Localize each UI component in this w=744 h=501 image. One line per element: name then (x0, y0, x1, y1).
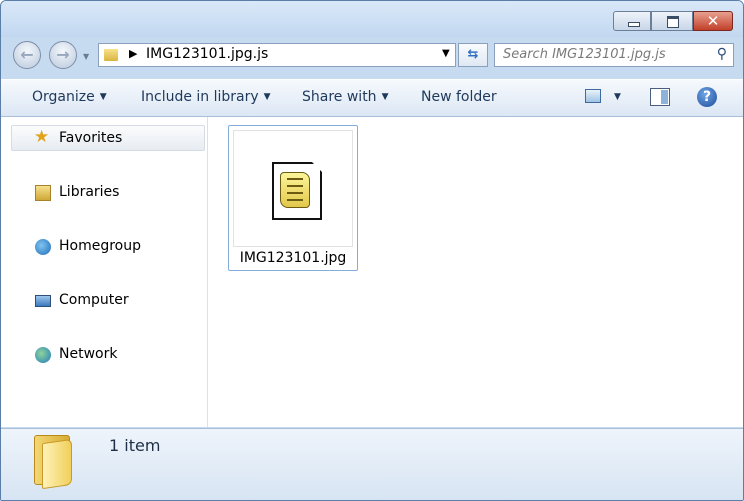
search-placeholder: Search IMG123101.jpg.js (503, 47, 666, 62)
minimize-icon (628, 22, 640, 27)
details-pane: 1 item (1, 428, 743, 500)
navigation-bar: ← → ▼ ▶ IMG123101.jpg.js ▼ ⇆ Search IMG1… (1, 37, 743, 75)
sidebar-item-favorites[interactable]: ★ Favorites (11, 125, 205, 151)
sidebar-item-libraries[interactable]: Libraries (11, 180, 205, 206)
star-icon: ★ (34, 127, 50, 147)
view-options-dropdown-icon[interactable]: ▼ (614, 92, 621, 102)
minimize-button[interactable] (613, 11, 651, 31)
refresh-button[interactable]: ⇆ (458, 43, 488, 67)
chevron-down-icon: ▼ (263, 92, 271, 102)
search-input[interactable]: Search IMG123101.jpg.js ⚲ (494, 43, 734, 67)
share-with-button[interactable]: Share with ▼ (302, 89, 388, 105)
close-icon: ✕ (706, 12, 720, 30)
back-button[interactable]: ← (13, 41, 41, 69)
file-list: IMG123101.jpg (208, 117, 743, 427)
organize-label: Organize (32, 89, 95, 105)
help-icon[interactable]: ? (697, 87, 717, 107)
breadcrumb-chevron-icon[interactable]: ▶ (129, 47, 137, 60)
maximize-icon (667, 16, 679, 28)
navigation-pane: ★ Favorites Libraries Homegroup Computer… (1, 117, 208, 427)
title-bar: ✕ (1, 1, 743, 37)
sidebar-item-label: Libraries (59, 184, 120, 200)
include-in-library-button[interactable]: Include in library ▼ (141, 89, 271, 105)
file-thumbnail (233, 130, 353, 247)
script-file-icon (272, 162, 322, 220)
sidebar-item-network[interactable]: Network (11, 342, 205, 368)
change-view-icon[interactable] (585, 89, 601, 103)
forward-button[interactable]: → (49, 41, 77, 69)
close-button[interactable]: ✕ (693, 11, 733, 31)
recent-pages-dropdown-icon[interactable]: ▼ (83, 52, 93, 62)
item-count: 1 item (109, 436, 161, 455)
organize-button[interactable]: Organize ▼ (32, 89, 107, 105)
file-name: IMG123101.jpg (239, 250, 347, 266)
address-path[interactable]: IMG123101.jpg.js (146, 46, 268, 62)
preview-pane-icon[interactable] (650, 88, 670, 106)
sidebar-item-label: Favorites (59, 130, 123, 146)
new-folder-button[interactable]: New folder (421, 89, 497, 105)
sidebar-item-homegroup[interactable]: Homegroup (11, 234, 205, 260)
sidebar-item-label: Homegroup (59, 238, 142, 254)
chevron-down-icon: ▼ (99, 92, 107, 102)
sidebar-item-computer[interactable]: Computer (11, 288, 205, 314)
maximize-button[interactable] (651, 11, 693, 31)
address-bar[interactable]: ▶ IMG123101.jpg.js ▼ (98, 43, 456, 67)
explorer-window: ✕ ← → ▼ ▶ IMG123101.jpg.js ▼ ⇆ Search IM… (0, 0, 744, 501)
sidebar-item-label: Computer (59, 292, 129, 308)
sidebar-item-label: Network (59, 346, 118, 362)
chevron-down-icon: ▼ (381, 92, 389, 102)
folder-icon (34, 435, 74, 490)
homegroup-icon (35, 239, 51, 255)
computer-icon (35, 295, 51, 307)
command-bar: Organize ▼ Include in library ▼ Share with… (1, 79, 743, 117)
search-icon[interactable]: ⚲ (717, 46, 727, 62)
include-in-library-label: Include in library (141, 89, 259, 105)
address-dropdown-icon[interactable]: ▼ (442, 48, 450, 59)
file-item[interactable]: IMG123101.jpg (228, 125, 358, 271)
share-with-label: Share with (302, 89, 377, 105)
libraries-icon (35, 185, 51, 201)
folder-icon (104, 49, 118, 61)
scroll-icon (280, 172, 310, 208)
network-icon (35, 347, 51, 363)
